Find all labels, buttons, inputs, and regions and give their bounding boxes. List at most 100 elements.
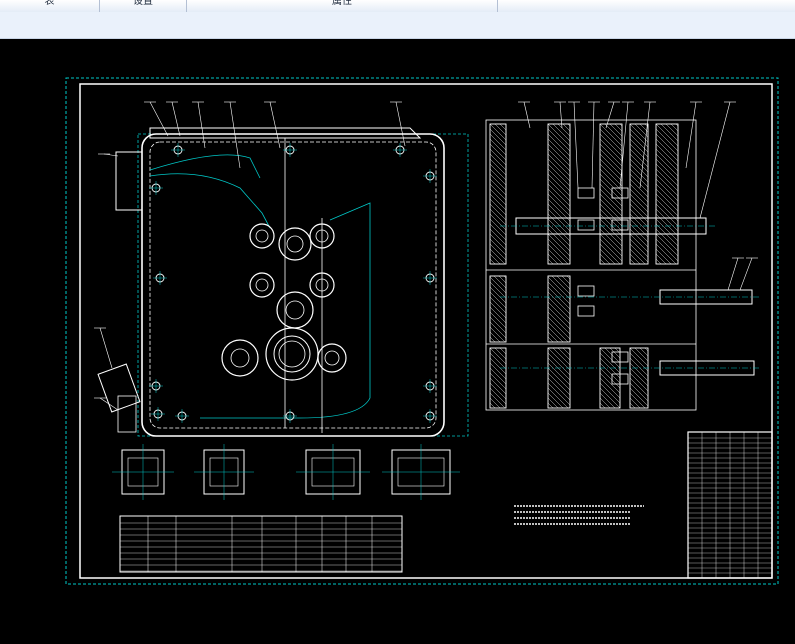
leader-line (395, 101, 406, 147)
ribbon-tab[interactable]: 属性 (187, 0, 498, 12)
hatch-line (599, 367, 621, 389)
hatch-line (629, 347, 649, 367)
hatch-line (547, 128, 571, 152)
hatch-line (489, 168, 507, 186)
hatch-line (547, 123, 571, 147)
leader-line (523, 101, 531, 129)
hatch-line (547, 281, 571, 305)
side-fitting-base (117, 395, 137, 433)
hatch-line (629, 357, 649, 377)
hatch-line (547, 148, 571, 172)
hatch-line (547, 382, 571, 406)
hatch-line (547, 311, 571, 335)
main-view-boundary (137, 133, 469, 437)
hatch-line (547, 158, 571, 182)
center-path-1 (149, 173, 271, 229)
hatch-line (629, 193, 649, 213)
bolt-layer (149, 143, 437, 423)
title-block (687, 431, 773, 579)
gear-icon (249, 223, 275, 249)
hatch-line (599, 233, 623, 257)
gear-bore (230, 348, 250, 368)
hatch-line (655, 133, 679, 157)
hatch-line (599, 377, 621, 399)
hatch-line (547, 316, 571, 340)
hatch-line (489, 336, 496, 343)
hatch-line (655, 143, 679, 167)
ribbon-tab[interactable]: 设置 (100, 0, 187, 12)
hatch-line (547, 173, 571, 197)
leader-lines (94, 101, 758, 411)
hatch-line (489, 193, 507, 211)
hatch-line (489, 367, 507, 385)
hatch-line (547, 218, 571, 242)
hatch-line (629, 233, 649, 253)
hatch-line (599, 243, 621, 265)
bearing-icon (577, 285, 595, 297)
ribbon-tab[interactable]: 表 (0, 0, 100, 12)
hatch-line (655, 153, 679, 177)
drawing-sheet-frame (79, 83, 773, 579)
gear-bore (285, 300, 305, 320)
hatch-line (494, 123, 507, 136)
hatch-line (547, 183, 571, 207)
hatch-line (655, 193, 679, 217)
ribbon-tab-label: 属性 (332, 0, 352, 7)
hatch-line (489, 128, 507, 146)
hatch-line (547, 168, 571, 192)
hatch-line (634, 347, 649, 362)
hatch-line (489, 331, 501, 343)
ribbon-tab-label: 设置 (133, 0, 153, 7)
hatch-line (547, 178, 571, 202)
hatch-line (547, 223, 571, 247)
hatch-line (599, 347, 621, 369)
hatch-line (599, 213, 623, 237)
hatch-line (655, 228, 679, 252)
hatch-line (489, 301, 507, 319)
gear-icon (278, 227, 312, 261)
hatch-line (489, 153, 507, 171)
leader-line (229, 101, 241, 169)
hatch-line (655, 148, 679, 172)
hatch-line (655, 178, 679, 202)
gear-bore (324, 350, 340, 366)
hatch-line (629, 143, 649, 163)
bearing-icon (577, 219, 595, 231)
hatch-line (489, 203, 507, 221)
hatch-line (489, 276, 507, 294)
hatch-line (599, 188, 623, 212)
hatch-line (547, 163, 571, 187)
hatch-line (604, 123, 623, 142)
section-block (489, 123, 507, 265)
hatch-line (489, 321, 507, 339)
hatch-line (655, 168, 679, 192)
hatch-line (489, 173, 507, 191)
cad-drawing-svg[interactable] (0, 38, 795, 644)
hatch-line (489, 281, 507, 299)
hatch-line (556, 275, 571, 290)
hatch-line (547, 331, 559, 343)
hatch-line (547, 243, 569, 265)
cad-drawing-canvas[interactable] (0, 38, 795, 644)
hatch-line (655, 188, 679, 212)
hatch-line (655, 208, 679, 232)
hatch-line (547, 357, 571, 381)
hatch-line (489, 233, 507, 251)
hatch-line (547, 238, 571, 262)
ribbon-panel (0, 12, 795, 39)
hatch-line (489, 377, 507, 395)
hatch-line (547, 233, 571, 257)
hatch-line (629, 367, 649, 387)
hatch-line (489, 123, 507, 141)
hatch-line (599, 362, 621, 384)
hatch-line (655, 213, 679, 237)
hatch-line (489, 387, 507, 405)
hatch-line (489, 306, 507, 324)
drawing-sheet-dashed-border (65, 77, 779, 585)
hatch-line (489, 402, 496, 409)
hatch-line (489, 311, 507, 329)
hatch-line (629, 382, 649, 402)
section-hatch-layer (489, 123, 679, 409)
hatch-line (547, 133, 571, 157)
hatch-line (629, 178, 649, 198)
